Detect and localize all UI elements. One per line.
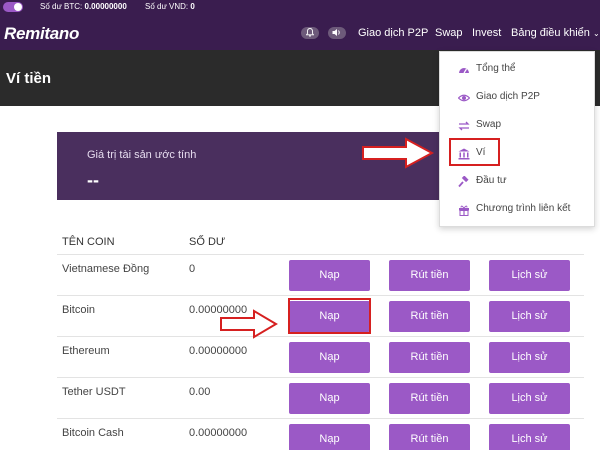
withdraw-button[interactable]: Rút tiền xyxy=(389,301,470,332)
coin-balance: 0.00000000 xyxy=(189,345,248,357)
menu-item-label: Tổng thể xyxy=(476,63,516,74)
theme-toggle[interactable] xyxy=(3,2,23,12)
deposit-highlight-box xyxy=(288,298,371,334)
coin-name: Tether USDT xyxy=(62,386,126,398)
coin-balance: 0 xyxy=(189,263,196,275)
btc-balance-label: Số dư BTC: xyxy=(40,2,83,11)
app-root: Số dư BTC: 0.00000000 Số dư VND: 0 Remit… xyxy=(0,0,600,450)
menu-item-label: Chương trình liên kết xyxy=(476,203,571,214)
withdraw-button[interactable]: Rút tiền xyxy=(389,383,470,414)
bell-icon[interactable] xyxy=(301,27,319,39)
page-title: Ví tiền xyxy=(6,70,52,87)
speaker-icon[interactable] xyxy=(328,27,346,39)
balance-strip: Số dư BTC: 0.00000000 Số dư VND: 0 xyxy=(0,0,600,14)
navbar: Remitano Giao dịch P2P Swap Invest Bảng … xyxy=(0,14,600,50)
gavel-icon xyxy=(458,176,469,188)
chevron-down-icon: ⌄ xyxy=(592,29,600,38)
nav-p2p[interactable]: Giao dịch P2P xyxy=(358,27,428,39)
history-button[interactable]: Lịch sử xyxy=(489,260,570,291)
nav-dashboard[interactable]: Bảng điều khiển ⌄ xyxy=(511,27,600,39)
vnd-balance: Số dư VND: 0 xyxy=(145,2,195,11)
coin-name: Bitcoin Cash xyxy=(62,427,124,439)
coin-balance: 0.00000000 xyxy=(189,427,248,439)
menu-item-affiliate[interactable]: Chương trình liên kết xyxy=(440,197,596,223)
history-button[interactable]: Lịch sử xyxy=(489,424,570,450)
btc-balance-value: 0.00000000 xyxy=(84,2,127,11)
wallet-highlight-box xyxy=(449,138,500,166)
history-button[interactable]: Lịch sử xyxy=(489,342,570,373)
vnd-balance-label: Số dư VND: xyxy=(145,2,189,11)
toggle-knob xyxy=(14,3,22,11)
withdraw-button[interactable]: Rút tiền xyxy=(389,342,470,373)
history-button[interactable]: Lịch sử xyxy=(489,301,570,332)
table-row: Ethereum 0.00000000 Nạp Rút tiền Lịch sử xyxy=(57,336,584,377)
eye-icon xyxy=(458,94,470,102)
table-row: Bitcoin Cash 0.00000000 Nạp Rút tiền Lịc… xyxy=(57,418,584,450)
swap-arrows-icon xyxy=(458,121,470,131)
arrow-to-deposit-icon xyxy=(220,309,278,339)
table-row: Tether USDT 0.00 Nạp Rút tiền Lịch sử xyxy=(57,377,584,418)
logo[interactable]: Remitano xyxy=(4,24,79,44)
menu-item-invest[interactable]: Đầu tư xyxy=(440,169,596,195)
nav-dashboard-label: Bảng điều khiển xyxy=(511,27,590,39)
withdraw-button[interactable]: Rút tiền xyxy=(389,260,470,291)
table-row: Vietnamese Đồng 0 Nạp Rút tiền Lịch sử xyxy=(57,254,584,295)
menu-item-label: Giao dịch P2P xyxy=(476,91,540,102)
menu-item-p2p[interactable]: Giao dịch P2P xyxy=(440,85,596,111)
coin-balance: 0.00 xyxy=(189,386,211,398)
deposit-button[interactable]: Nạp xyxy=(289,424,370,450)
deposit-button[interactable]: Nạp xyxy=(289,342,370,373)
gift-icon xyxy=(459,205,469,216)
column-header-coin: TÊN COIN xyxy=(62,236,115,248)
nav-invest[interactable]: Invest xyxy=(472,27,501,39)
gauge-icon xyxy=(459,68,469,74)
btc-balance: Số dư BTC: 0.00000000 xyxy=(40,2,127,11)
menu-item-swap[interactable]: Swap xyxy=(440,113,596,139)
coin-name: Vietnamese Đồng xyxy=(62,263,150,275)
deposit-button[interactable]: Nạp xyxy=(289,260,370,291)
withdraw-button[interactable]: Rút tiền xyxy=(389,424,470,450)
menu-item-overview[interactable]: Tổng thể xyxy=(440,57,596,83)
arrow-to-wallet-icon xyxy=(362,137,434,169)
coin-name: Ethereum xyxy=(62,345,110,357)
menu-item-label: Đầu tư xyxy=(476,175,507,186)
column-header-balance: SỐ DƯ xyxy=(189,236,226,248)
nav-swap[interactable]: Swap xyxy=(435,27,463,39)
vnd-balance-value: 0 xyxy=(190,2,195,11)
estimated-value-label: Giá trị tài sản ước tính xyxy=(87,149,197,161)
estimated-value: -- xyxy=(87,170,99,190)
menu-item-label: Swap xyxy=(476,119,502,130)
coin-name: Bitcoin xyxy=(62,304,96,316)
history-button[interactable]: Lịch sử xyxy=(489,383,570,414)
deposit-button[interactable]: Nạp xyxy=(289,383,370,414)
